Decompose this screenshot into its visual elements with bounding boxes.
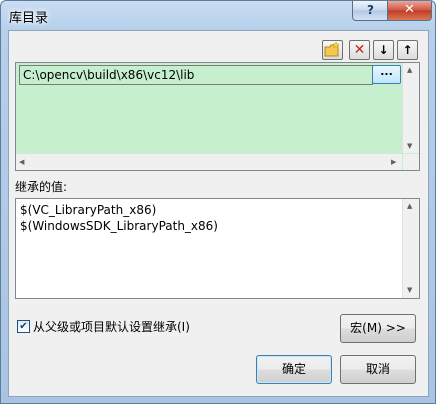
macro-button[interactable]: 宏(M) >> [340,314,416,343]
scroll-down-icon[interactable]: ▼ [407,285,412,295]
scroll-down-icon[interactable]: ▼ [407,141,412,151]
move-up-button[interactable]: ↑ [397,40,418,60]
directory-entry-input[interactable]: C:\opencv\build\x86\vc12\lib [19,65,373,85]
cancel-button[interactable]: 取消 [340,355,416,384]
directory-list[interactable]: C:\opencv\build\x86\vc12\lib ... ▲ ▼ ◀ ▶ [15,62,420,171]
arrow-up-icon: ↑ [402,43,413,57]
vertical-scrollbar[interactable]: ▲ ▼ [402,199,419,298]
delete-line-button[interactable]: ✕ [349,40,370,60]
scroll-up-icon[interactable]: ▲ [407,65,412,75]
scroll-up-icon[interactable]: ▲ [407,201,412,211]
vertical-scrollbar[interactable]: ▲ ▼ [402,63,419,153]
scroll-corner [403,154,419,170]
close-button[interactable]: ✕ [387,1,432,21]
new-line-button[interactable] [322,40,343,60]
title-bar[interactable]: 库目录 ? ✕ [1,1,435,29]
inherited-values-list: $(VC_LibraryPath_x86) $(WindowsSDK_Libra… [15,198,420,299]
inherited-value-item: $(WindowsSDK_LibraryPath_x86) [20,219,218,233]
inherit-checkbox-label[interactable]: 从父级或项目默认设置继承(I) [33,318,190,335]
arrow-down-icon: ↓ [378,43,389,57]
inherited-value-item: $(VC_LibraryPath_x86) [20,203,157,217]
help-button[interactable]: ? [352,1,389,21]
delete-x-icon: ✕ [353,42,366,58]
dialog-client-area: ✕ ↓ ↑ C:\opencv\build\x86\vc12\lib ... ▲… [8,30,429,397]
inherit-checkbox[interactable]: ✔ [17,320,30,333]
ok-button[interactable]: 确定 [256,355,332,384]
browse-button[interactable]: ... [372,65,401,84]
scroll-left-icon[interactable]: ◀ [19,157,24,167]
scroll-right-icon[interactable]: ▶ [391,157,396,167]
folder-new-icon [324,41,340,57]
window-title: 库目录 [9,11,49,26]
dialog-window: 库目录 ? ✕ ✕ ↓ ↑ C:\opencv\build\x86\vc12\l… [0,0,436,404]
checkmark-icon: ✔ [19,321,28,332]
inherited-values-label: 继承的值: [15,180,68,194]
horizontal-scrollbar[interactable]: ◀ ▶ [16,153,402,170]
move-down-button[interactable]: ↓ [373,40,394,60]
